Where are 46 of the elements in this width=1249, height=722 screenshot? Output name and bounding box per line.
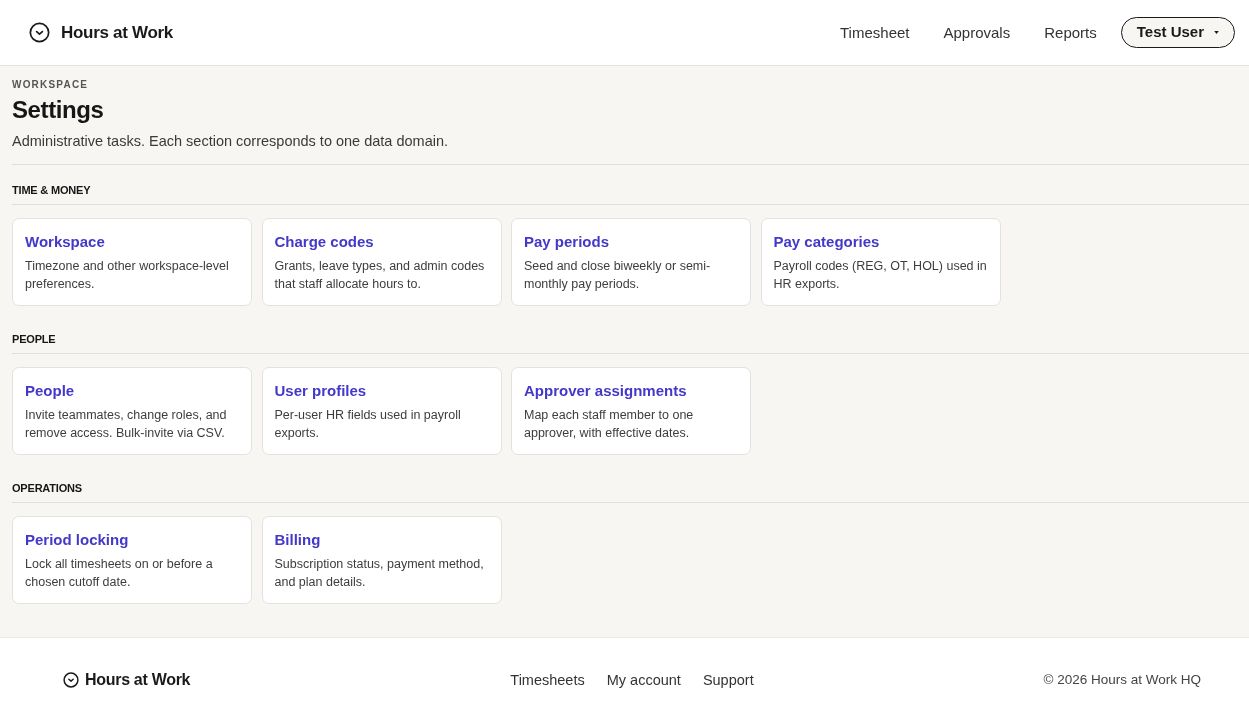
- footer-brand-name[interactable]: Hours at Work: [85, 668, 191, 692]
- card-title: Approver assignments: [524, 381, 688, 401]
- card-description: Invite teammates, change roles, and remove access. Bulk-invite via CSV.: [25, 407, 228, 442]
- card-description: Subscription status, payment method, and plan details.: [274, 556, 485, 591]
- page-description: Administrative tasks. Each section corresponds to one data domain.: [12, 132, 449, 151]
- section-heading: PEOPLE: [12, 332, 56, 347]
- card-title: User profiles: [274, 381, 368, 401]
- settings-card[interactable]: Pay categories Payroll codes (REG, OT, HOL) used in HR exports.: [760, 218, 1001, 306]
- copyright-text: © 2026 Hours at Work HQ: [1043, 670, 1201, 689]
- settings-card[interactable]: Period locking Lock all timesheets on or before a chosen cutoff date.: [12, 516, 252, 604]
- page-title: Settings: [12, 95, 104, 125]
- card-title: People: [25, 381, 76, 401]
- card-description: Payroll codes (REG, OT, HOL) used in HR exports.: [773, 258, 988, 293]
- card-title: Period locking: [25, 530, 130, 550]
- nav-link[interactable]: Reports: [1044, 22, 1097, 43]
- nav-link[interactable]: Approvals: [943, 22, 1011, 43]
- section-heading: TIME & MONEY: [12, 183, 91, 198]
- brand-name[interactable]: Hours at Work: [61, 19, 173, 46]
- card-title: Pay categories: [773, 232, 881, 252]
- settings-card[interactable]: People Invite teammates, change roles, and remove access. Bulk-invite via CSV.: [12, 367, 252, 455]
- settings-card[interactable]: Pay periods Seed and close biweekly or semi-monthly pay periods.: [511, 218, 751, 306]
- clock-icon: [63, 672, 79, 688]
- settings-card[interactable]: Workspace Timezone and other workspace-level preferences.: [12, 218, 252, 306]
- card-description: Lock all timesheets on or before a chosen cutoff date.: [25, 556, 214, 591]
- nav-link[interactable]: Timesheet: [840, 22, 910, 43]
- card-description: Timezone and other workspace-level preferences.: [25, 258, 230, 293]
- footer-link[interactable]: Support: [702, 670, 754, 690]
- card-title: Pay periods: [524, 232, 611, 252]
- settings-card[interactable]: Billing Subscription status, payment method, and plan details.: [261, 516, 502, 604]
- clock-icon: [29, 22, 50, 43]
- footer-link[interactable]: My account: [606, 670, 681, 690]
- page-eyebrow: WORKSPACE: [12, 78, 89, 92]
- footer-link[interactable]: Timesheets: [510, 670, 585, 690]
- settings-card[interactable]: User profiles Per-user HR fields used in payroll exports.: [261, 367, 502, 455]
- card-description: Per-user HR fields used in payroll exports.: [274, 407, 462, 442]
- card-description: Grants, leave types, and admin codes that staff allocate hours to.: [274, 258, 486, 293]
- card-title: Billing: [274, 530, 322, 550]
- card-description: Map each staff member to one approver, with effective dates.: [524, 407, 695, 442]
- settings-card[interactable]: Charge codes Grants, leave types, and admin codes that staff allocate hours to.: [261, 218, 502, 306]
- card-title: Workspace: [25, 232, 106, 252]
- settings-card[interactable]: Approver assignments Map each staff member to one approver, with effective dates.: [511, 367, 751, 455]
- card-title: Charge codes: [274, 232, 375, 252]
- user-menu-button[interactable]: Test User: [1120, 17, 1235, 48]
- section-heading: OPERATIONS: [12, 481, 82, 496]
- caret-icon: [1214, 31, 1219, 34]
- card-description: Seed and close biweekly or semi-monthly pay periods.: [524, 258, 712, 293]
